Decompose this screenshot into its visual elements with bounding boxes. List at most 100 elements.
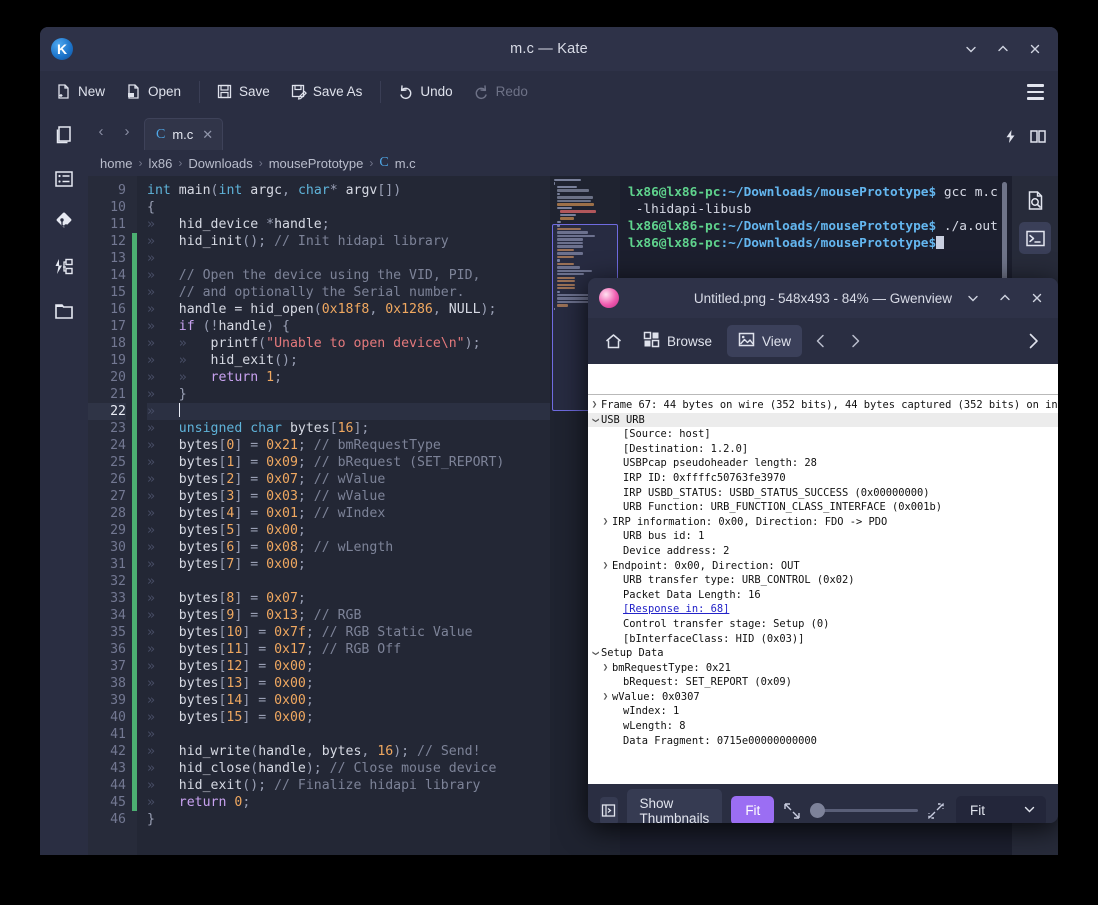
open-button[interactable]: Open (116, 79, 190, 104)
code-line[interactable]: » bytes[0] = 0x21; // bmRequestType (147, 437, 550, 454)
fold-marker[interactable] (137, 454, 147, 471)
filesystem-folder-icon[interactable] (49, 296, 79, 326)
tab-prev-button[interactable]: ‹ (88, 112, 114, 150)
minimize-button[interactable] (958, 284, 988, 312)
fold-marker[interactable] (137, 743, 147, 760)
code-line[interactable]: { (147, 199, 550, 216)
terminal-icon[interactable] (1019, 222, 1051, 254)
code-line[interactable]: » (147, 573, 550, 590)
fold-marker[interactable] (137, 471, 147, 488)
fold-marker[interactable] (137, 641, 147, 658)
code-line[interactable]: » bytes[9] = 0x13; // RGB (147, 607, 550, 624)
home-icon[interactable] (598, 326, 628, 356)
breadcrumb-item-downloads[interactable]: Downloads (188, 156, 252, 171)
fold-marker[interactable] (137, 709, 147, 726)
code-line[interactable]: » bytes[15] = 0x00; (147, 709, 550, 726)
toolbar-overflow-next-icon[interactable] (1018, 326, 1048, 356)
code-line[interactable]: » » printf("Unable to open device\n"); (147, 335, 550, 352)
fold-marker[interactable] (137, 726, 147, 743)
code-line[interactable]: » hid_close(handle); // Close mouse devi… (147, 760, 550, 777)
close-icon[interactable]: ✕ (202, 127, 213, 143)
fold-marker[interactable] (137, 794, 147, 811)
breadcrumb-item-home[interactable]: home (100, 156, 133, 171)
code-line[interactable]: » (147, 250, 550, 267)
hamburger-menu-icon[interactable] (1022, 80, 1048, 104)
fold-marker[interactable] (137, 607, 147, 624)
fold-marker[interactable] (137, 811, 147, 828)
fold-marker[interactable] (137, 233, 147, 250)
code-line[interactable]: » unsigned char bytes[16]; (147, 420, 550, 437)
fold-marker[interactable] (137, 284, 147, 301)
fold-marker[interactable] (137, 199, 147, 216)
fold-marker[interactable] (137, 692, 147, 709)
maximize-button[interactable] (988, 35, 1018, 63)
tab-m-c[interactable]: C m.c ✕ (144, 118, 224, 150)
new-button[interactable]: New (46, 79, 114, 104)
gwenview-image-canvas[interactable]: ❯ Frame 67: 44 bytes on wire (352 bits), … (588, 364, 1058, 784)
fold-marker[interactable] (137, 539, 147, 556)
code-line[interactable]: » hid_write(handle, bytes, 16); // Send! (147, 743, 550, 760)
code-line[interactable]: » hid_init(); // Init hidapi library (147, 233, 550, 250)
code-line[interactable]: » bytes[11] = 0x17; // RGB Off (147, 641, 550, 658)
code-line[interactable]: » (147, 403, 550, 420)
fold-marker[interactable] (137, 420, 147, 437)
fold-marker[interactable] (137, 301, 147, 318)
quick-action-icon[interactable] (1003, 129, 1018, 144)
save-as-button[interactable]: Save As (281, 79, 372, 104)
browse-button[interactable]: Browse (632, 325, 723, 357)
code-line[interactable]: » bytes[5] = 0x00; (147, 522, 550, 539)
code-line[interactable]: » if (!handle) { (147, 318, 550, 335)
fold-marker[interactable] (137, 624, 147, 641)
code-line[interactable]: » handle = hid_open(0x18f8, 0x1286, NULL… (147, 301, 550, 318)
fold-marker[interactable] (137, 318, 147, 335)
code-line[interactable]: » hid_exit(); // Finalize hidapi library (147, 777, 550, 794)
code-line[interactable]: » » hid_exit(); (147, 352, 550, 369)
panel-toggle-icon[interactable] (600, 796, 618, 823)
code-line[interactable]: } (147, 811, 550, 828)
close-button[interactable] (1022, 284, 1052, 312)
view-button[interactable]: View (727, 325, 803, 357)
fold-marker[interactable] (137, 556, 147, 573)
fold-marker[interactable] (137, 505, 147, 522)
fold-marker[interactable] (137, 369, 147, 386)
fold-marker[interactable] (137, 352, 147, 369)
fold-marker[interactable] (137, 658, 147, 675)
zoom-level-dropdown[interactable]: Fit (956, 795, 1046, 823)
git-branch-icon[interactable] (49, 208, 79, 238)
code-line[interactable]: » bytes[3] = 0x03; // wValue (147, 488, 550, 505)
undo-button[interactable]: Undo (388, 79, 461, 104)
code-line[interactable]: » bytes[8] = 0x07; (147, 590, 550, 607)
maximize-button[interactable] (990, 284, 1020, 312)
zoom-out-icon[interactable] (783, 800, 801, 822)
code-line[interactable]: » bytes[6] = 0x08; // wLength (147, 539, 550, 556)
lsp-symbols-icon[interactable] (49, 252, 79, 282)
code-folding-column[interactable] (137, 176, 147, 855)
fold-marker[interactable] (137, 386, 147, 403)
code-line[interactable]: » » return 1; (147, 369, 550, 386)
close-button[interactable] (1020, 35, 1050, 63)
fold-marker[interactable] (137, 267, 147, 284)
code-line[interactable]: » bytes[10] = 0x7f; // RGB Static Value (147, 624, 550, 641)
zoom-slider-handle[interactable] (810, 803, 826, 818)
code-line[interactable]: » bytes[13] = 0x00; (147, 675, 550, 692)
document-search-icon[interactable] (1019, 184, 1051, 216)
next-image-button[interactable] (840, 326, 870, 356)
show-thumbnails-button[interactable]: Show Thumbnails (626, 788, 723, 823)
code-line[interactable]: » bytes[4] = 0x01; // wIndex (147, 505, 550, 522)
outline-list-icon[interactable] (49, 164, 79, 194)
previous-image-button[interactable] (806, 326, 836, 356)
code-line[interactable]: » (147, 726, 550, 743)
zoom-in-icon[interactable] (927, 800, 945, 822)
breadcrumb-item-mouseprototype[interactable]: mousePrototype (269, 156, 364, 171)
code-line[interactable]: » // and optionally the Serial number. (147, 284, 550, 301)
split-view-icon[interactable] (1030, 129, 1046, 144)
code-text-area[interactable]: int main(int argc, char* argv[]){» hid_d… (147, 176, 550, 855)
code-line[interactable]: » return 0; (147, 794, 550, 811)
code-line[interactable]: » bytes[7] = 0x00; (147, 556, 550, 573)
fold-marker[interactable] (137, 590, 147, 607)
code-line[interactable]: int main(int argc, char* argv[]) (147, 182, 550, 199)
code-line[interactable]: » bytes[1] = 0x09; // bRequest (SET_REPO… (147, 454, 550, 471)
breadcrumb-item-file[interactable]: m.c (395, 156, 416, 171)
fold-marker[interactable] (137, 335, 147, 352)
fold-marker[interactable] (137, 216, 147, 233)
